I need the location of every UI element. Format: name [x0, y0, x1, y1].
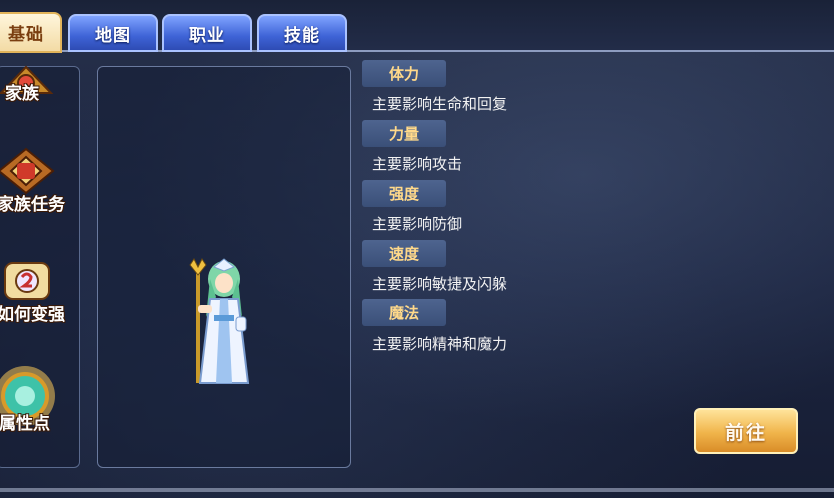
attribute-label-speed: 速度: [362, 240, 446, 267]
sidebar-item-label: 家族: [5, 84, 39, 104]
tab-label: 地图: [95, 25, 131, 46]
tab-class[interactable]: 职业: [162, 14, 252, 52]
sidebar-item-how-to-grow[interactable]: 如何变强: [0, 253, 77, 325]
attribute-name: 强度: [388, 185, 419, 203]
sidebar-item-family-quest[interactable]: 家族任务: [0, 143, 77, 215]
attribute-desc-speed: 主要影响敏捷及闪躲: [372, 275, 508, 293]
tab-label: 技能: [284, 25, 320, 46]
attribute-label-toughness: 强度: [362, 180, 446, 207]
sidebar-item-attribute-points[interactable]: 属性点: [0, 363, 77, 443]
tab-label: 基础: [8, 25, 44, 45]
bottom-divider: [0, 488, 834, 492]
sidebar: 家族 家族任务 如何变强 属性点: [0, 65, 80, 468]
go-button[interactable]: 前往: [694, 408, 798, 454]
go-button-label: 前往: [724, 421, 767, 444]
tab-label: 职业: [189, 25, 225, 46]
attribute-name: 速度: [388, 245, 419, 263]
attribute-name: 魔法: [388, 304, 419, 322]
attribute-name: 体力: [388, 65, 419, 83]
tab-skills[interactable]: 技能: [257, 14, 347, 52]
sidebar-item-family[interactable]: 家族: [0, 65, 77, 117]
attribute-name: 力量: [388, 125, 419, 143]
sidebar-item-label: 如何变强: [0, 305, 65, 325]
sidebar-item-label: 属性点: [0, 414, 50, 434]
attribute-label-stamina: 体力: [362, 60, 446, 87]
attribute-desc-strength: 主要影响攻击: [372, 155, 463, 173]
tab-basic[interactable]: 基础: [0, 12, 62, 53]
sidebar-item-label: 家族任务: [0, 195, 65, 215]
attribute-desc-magic: 主要影响精神和魔力: [372, 335, 508, 353]
attribute-label-magic: 魔法: [362, 299, 446, 326]
tab-map[interactable]: 地图: [68, 14, 158, 52]
character-panel: [97, 66, 351, 468]
attribute-label-strength: 力量: [362, 120, 446, 147]
attribute-desc-toughness: 主要影响防御: [372, 215, 463, 233]
priestess-character-sprite: [189, 258, 250, 384]
attribute-desc-stamina: 主要影响生命和回复: [372, 95, 508, 113]
